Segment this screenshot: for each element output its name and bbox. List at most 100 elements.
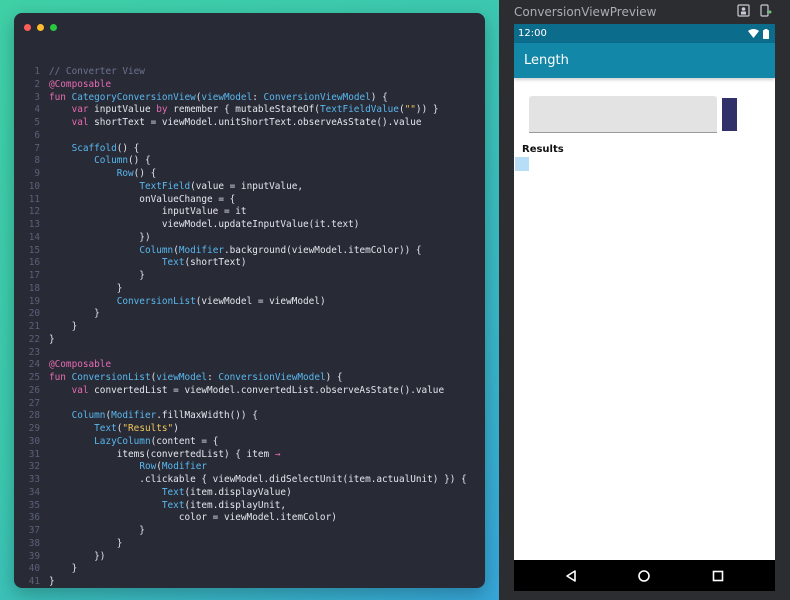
line-number: 36 [28, 512, 40, 524]
code-token: ConversionList [71, 372, 151, 383]
code-token: LazyColumn [94, 435, 151, 447]
line-number: 16 [28, 257, 40, 269]
code-text: val convertedList = viewModel.convertedL… [49, 385, 485, 398]
interactive-mode-icon[interactable] [737, 4, 750, 17]
line-number: 33 [28, 474, 40, 485]
code-text: }) [49, 232, 485, 245]
code-token: : [252, 91, 264, 103]
deploy-to-device-icon[interactable] [759, 4, 772, 17]
code-token: ConversionViewModel [218, 372, 326, 383]
value-text-field[interactable] [529, 96, 717, 133]
app-content: Results [514, 78, 775, 561]
code-token: Row [116, 168, 134, 179]
line-number: 23 [28, 346, 40, 358]
back-icon[interactable] [564, 569, 578, 583]
line-number: 30 [28, 435, 40, 447]
code-token: .fillMaxWidth()) { [156, 410, 258, 422]
code-text: Row() { [49, 168, 485, 181]
recents-icon[interactable] [711, 569, 725, 583]
code-token: items(convertedList) { item [49, 448, 275, 460]
code-text: Text(shortText) [49, 257, 485, 270]
status-bar: 12:00 [514, 24, 775, 43]
result-list-item[interactable] [515, 157, 529, 171]
line-number: 12 [28, 206, 40, 218]
code-line: 20 } [14, 308, 485, 321]
code-token: Column [139, 244, 174, 256]
wifi-icon [748, 29, 759, 38]
code-token: } [49, 563, 78, 575]
code-listing[interactable]: 1 // Converter View 2 @Composable 3 fun Categ… [14, 66, 485, 588]
line-number: 11 [28, 193, 40, 205]
line-number: 29 [28, 423, 40, 434]
code-token: @Composable [49, 78, 112, 90]
code-line: 9 Row() { [14, 168, 485, 181]
code-line: 30 LazyColumn(content = { [14, 436, 485, 449]
code-text: @Composable [49, 79, 485, 92]
line-number: 15 [28, 244, 40, 256]
code-text: viewModel.updateInputValue(it.text) [49, 219, 485, 232]
code-text: Text(item.displayUnit, [49, 500, 485, 513]
line-number: 22 [28, 333, 40, 345]
code-line: 6 [14, 130, 485, 143]
code-line: 27 [14, 398, 485, 411]
code-token: (viewModel = viewModel) [195, 295, 326, 307]
code-token: inputValue = it [49, 206, 247, 218]
line-number: 28 [28, 410, 40, 422]
code-line: 25 fun ConversionList(viewModel: Conversi… [14, 372, 485, 385]
code-token: Modifier [178, 244, 224, 256]
code-text: inputValue = it [49, 206, 485, 219]
minimize-window-dot[interactable] [37, 24, 44, 31]
code-token: Column [71, 410, 106, 422]
line-number: 5 [34, 117, 40, 128]
code-line: 14 }) [14, 232, 485, 245]
code-text: } [49, 270, 485, 283]
code-text: items(convertedList) { item → [49, 449, 485, 462]
code-line: 17 } [14, 270, 485, 283]
code-token: @Composable [49, 359, 112, 371]
code-line: 39 }) [14, 551, 485, 564]
line-number: 37 [28, 525, 40, 536]
code-token: "" [404, 104, 416, 116]
code-token: }) [49, 231, 151, 243]
code-token: Text [161, 486, 185, 498]
close-window-dot[interactable] [24, 24, 31, 31]
code-line: 40 } [14, 563, 485, 576]
code-text: var inputValue by remember { mutableStat… [49, 104, 485, 117]
code-line: 37 } [14, 525, 485, 538]
code-line: 5 val shortText = viewModel.unitShortTex… [14, 117, 485, 130]
code-line: 15 Column(Modifier.background(viewModel.… [14, 245, 485, 258]
code-text: LazyColumn(content = { [49, 436, 485, 449]
code-token: shortText = viewModel.unitShortText.obse… [94, 117, 422, 128]
code-token: Scaffold [71, 142, 117, 154]
code-line: 8 Column() { [14, 155, 485, 168]
code-token: var [71, 104, 95, 116]
line-number: 41 [28, 576, 40, 587]
code-text: } [49, 334, 485, 347]
window-controls [24, 24, 57, 31]
code-token: } [49, 308, 100, 320]
line-number: 20 [28, 308, 40, 320]
code-token: Modifier [111, 410, 157, 422]
home-icon[interactable] [637, 569, 651, 583]
line-number: 13 [28, 219, 40, 230]
code-line: 11 onValueChange = { [14, 194, 485, 207]
code-line: 10 TextField(value = inputValue, [14, 181, 485, 194]
code-token: color = viewModel.itemColor) [49, 512, 337, 524]
code-text: } [49, 283, 485, 296]
code-line: 12 inputValue = it [14, 206, 485, 219]
preview-toolbar [737, 4, 772, 17]
battery-icon [763, 28, 769, 39]
maximize-window-dot[interactable] [50, 24, 57, 31]
app-bar: Length [514, 43, 775, 78]
device-screen: 12:00 Length Results [514, 24, 775, 591]
code-editor-window: 1 // Converter View 2 @Composable 3 fun Categ… [14, 13, 485, 588]
code-line: 4 var inputValue by remember { mutableSt… [14, 104, 485, 117]
code-token: fun [49, 372, 72, 383]
line-number: 18 [28, 282, 40, 294]
code-token: () { [128, 155, 151, 167]
